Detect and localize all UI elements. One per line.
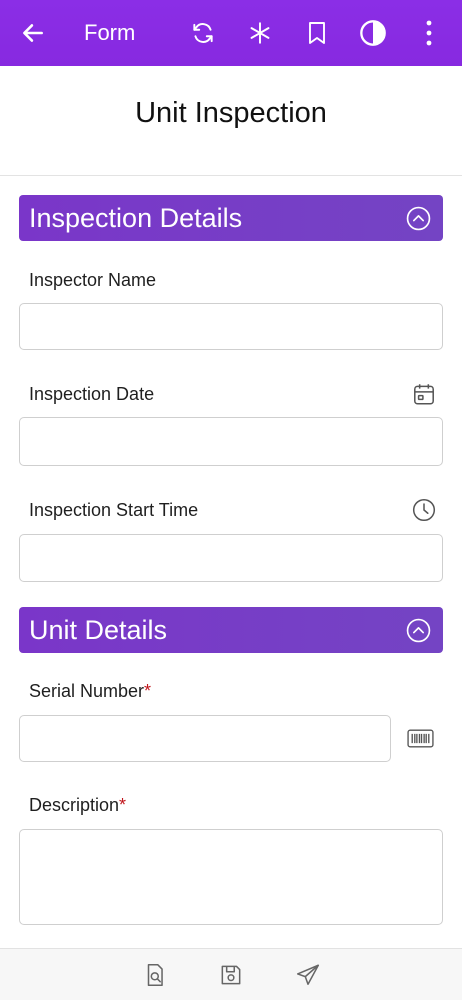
app-bar: Form bbox=[0, 0, 462, 66]
collapse-icon[interactable] bbox=[406, 618, 431, 643]
serial-number-label-text: Serial Number bbox=[29, 681, 145, 701]
bookmark-icon[interactable] bbox=[301, 17, 333, 49]
save-icon[interactable] bbox=[218, 962, 244, 988]
app-bar-title: Form bbox=[84, 20, 136, 45]
calendar-icon[interactable] bbox=[411, 381, 437, 407]
required-marker: * bbox=[144, 681, 152, 701]
unit-details-header[interactable]: Unit Details bbox=[19, 607, 443, 653]
section-title: Unit Details bbox=[29, 614, 168, 645]
bottom-toolbar bbox=[0, 948, 462, 1000]
page-title-area: Unit Inspection bbox=[0, 66, 462, 176]
back-arrow-icon[interactable] bbox=[17, 17, 49, 49]
description-textarea[interactable] bbox=[19, 829, 443, 925]
send-icon[interactable] bbox=[295, 962, 321, 988]
contrast-icon[interactable] bbox=[357, 17, 389, 49]
asterisk-icon[interactable] bbox=[244, 17, 276, 49]
description-label-text: Description bbox=[29, 795, 120, 815]
refresh-icon[interactable] bbox=[187, 17, 219, 49]
inspection-start-time-input[interactable] bbox=[19, 534, 443, 582]
inspection-date-input[interactable] bbox=[19, 417, 443, 466]
description-label: Description* bbox=[29, 794, 126, 816]
page-title: Unit Inspection bbox=[135, 96, 327, 129]
more-vert-icon[interactable] bbox=[413, 17, 445, 49]
inspection-start-time-label: Inspection Start Time bbox=[29, 500, 199, 520]
inspection-date-label: Inspection Date bbox=[29, 384, 155, 404]
inspection-details-header[interactable]: Inspection Details bbox=[19, 195, 443, 241]
barcode-scan-icon[interactable] bbox=[406, 724, 435, 753]
inspector-name-input[interactable] bbox=[19, 303, 443, 350]
collapse-icon[interactable] bbox=[406, 206, 431, 231]
search-document-icon[interactable] bbox=[142, 962, 168, 988]
serial-number-label: Serial Number* bbox=[29, 680, 151, 702]
section-title: Inspection Details bbox=[29, 202, 243, 233]
required-marker: * bbox=[119, 795, 127, 815]
serial-number-input[interactable] bbox=[19, 715, 391, 762]
inspector-name-label: Inspector Name bbox=[29, 270, 157, 290]
clock-icon[interactable] bbox=[411, 497, 437, 523]
